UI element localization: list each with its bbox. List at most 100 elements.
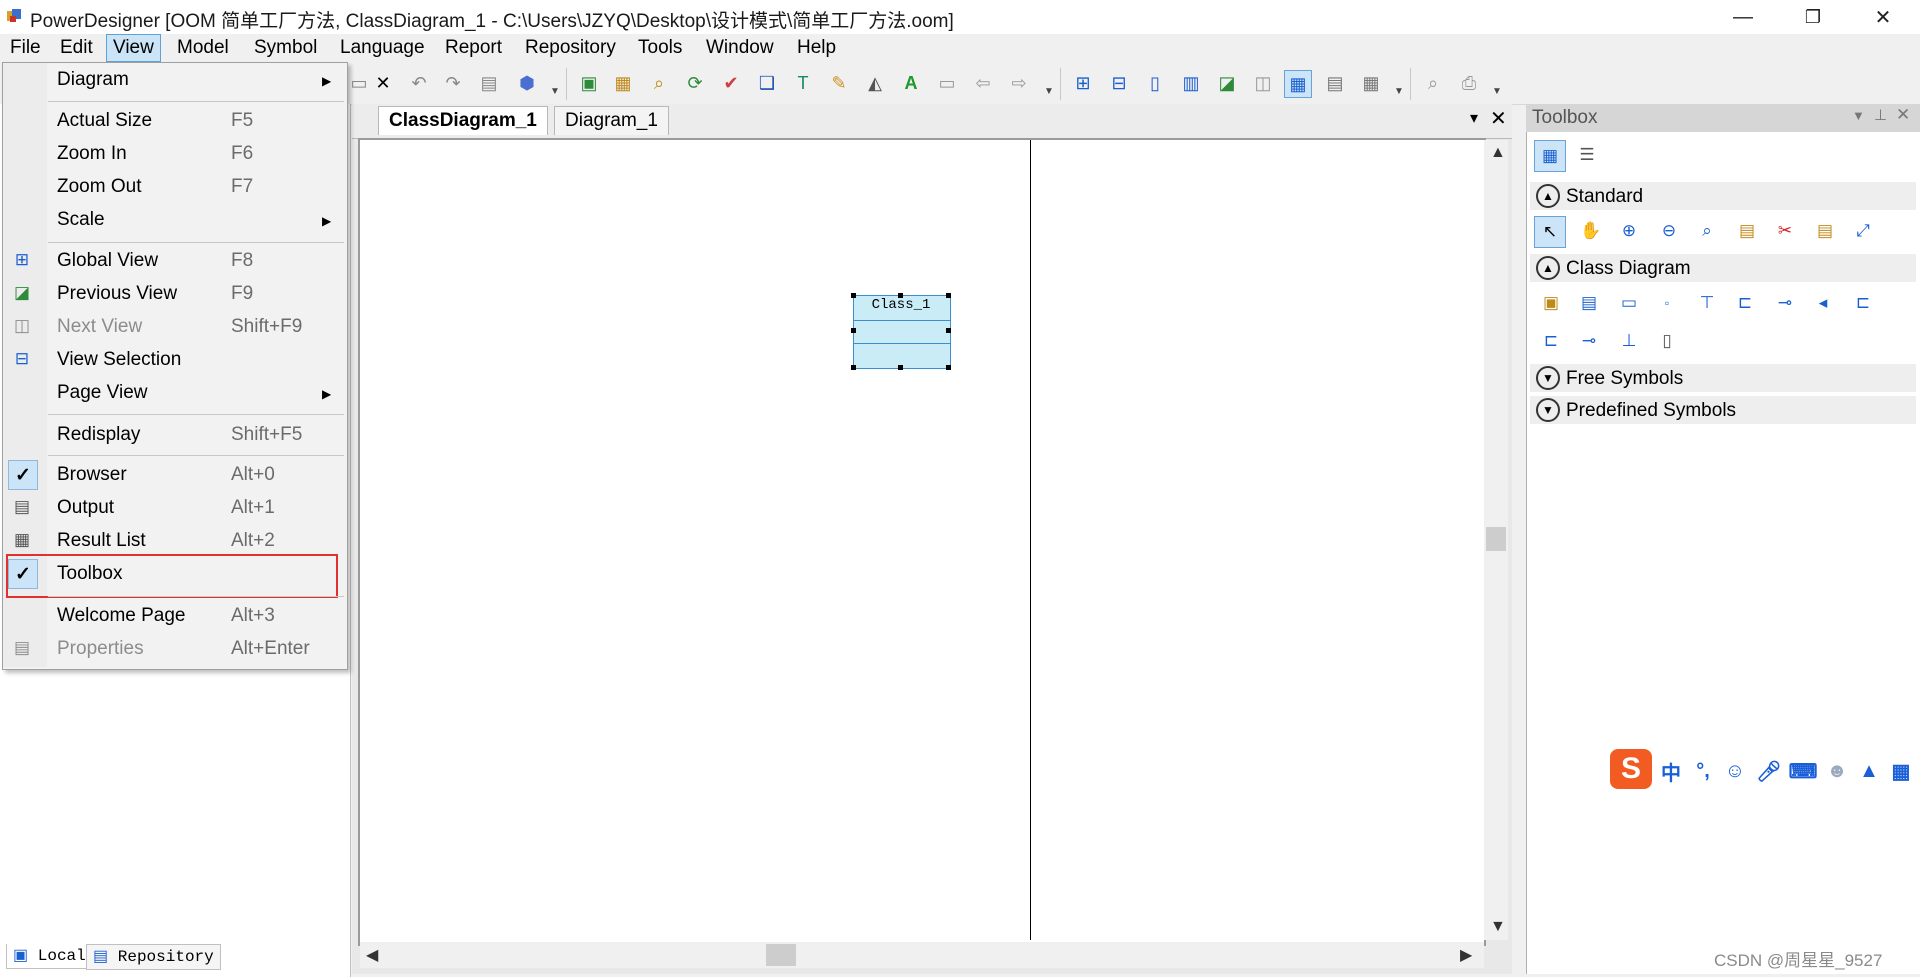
skin-icon[interactable]: ▲ bbox=[1856, 758, 1882, 784]
find-object-icon[interactable]: ⌕ bbox=[646, 70, 672, 96]
tab-list-icon[interactable]: ▾ bbox=[1470, 108, 1478, 128]
menu-repository[interactable]: Repository bbox=[519, 34, 622, 62]
icon-view-icon[interactable]: ▦ bbox=[1534, 140, 1566, 172]
menu-item-page-view[interactable] bbox=[3, 376, 345, 409]
selection-handle[interactable] bbox=[898, 365, 903, 370]
refresh-icon[interactable]: ⟳ bbox=[682, 70, 708, 96]
output-icon[interactable]: ▤ bbox=[1322, 70, 1348, 96]
keyboard-icon[interactable]: ⌨ bbox=[1789, 758, 1818, 784]
scroll-down-icon[interactable]: ▼ bbox=[1490, 918, 1506, 936]
require-link-tool-icon[interactable]: ⊸ bbox=[1576, 328, 1602, 354]
menu-item-result-list[interactable] bbox=[3, 524, 345, 557]
instance-link-tool-icon[interactable]: ⊥ bbox=[1616, 328, 1642, 354]
two-page-icon[interactable]: ▥ bbox=[1178, 70, 1204, 96]
tab-classdiagram-1[interactable]: ClassDiagram_1 bbox=[378, 106, 548, 135]
realization-tool-icon[interactable]: ⊏ bbox=[1538, 328, 1564, 354]
print-icon[interactable]: ⎙ bbox=[1456, 70, 1482, 96]
diagram-canvas[interactable] bbox=[358, 138, 1486, 946]
menu-item-scale[interactable] bbox=[3, 203, 345, 236]
menu-item-global-view[interactable] bbox=[3, 244, 345, 277]
zoom-view-icon[interactable]: ◪ bbox=[1214, 70, 1240, 96]
menu-item-output[interactable] bbox=[3, 491, 345, 524]
menu-window[interactable]: Window bbox=[700, 34, 780, 62]
user-icon[interactable]: ☻ bbox=[1824, 758, 1850, 784]
scroll-left-icon[interactable]: ◀ bbox=[366, 945, 378, 965]
generalization-tool-icon[interactable]: ⊤ bbox=[1694, 290, 1720, 316]
list-view-icon[interactable]: ☰ bbox=[1574, 142, 1600, 168]
menu-symbol[interactable]: Symbol bbox=[248, 34, 323, 62]
minimize-button[interactable]: — bbox=[1714, 0, 1772, 34]
menu-item-diagram[interactable] bbox=[3, 64, 345, 97]
align-icon[interactable]: ▭ bbox=[934, 70, 960, 96]
previous-view-icon[interactable]: ⊟ bbox=[1106, 70, 1132, 96]
zoom-in-tool-icon[interactable]: ⊕ bbox=[1616, 218, 1642, 244]
port-tool-icon[interactable]: ▫ bbox=[1654, 290, 1680, 316]
toolbox-toggle-icon[interactable]: ▦ bbox=[1284, 70, 1312, 98]
close-tab-icon[interactable]: ✕ bbox=[1490, 106, 1507, 131]
ime-chinese-mode[interactable]: 中 bbox=[1658, 758, 1684, 785]
microphone-icon[interactable]: 🎤︎ bbox=[1756, 758, 1782, 784]
emoji-icon[interactable]: ☺ bbox=[1722, 758, 1748, 784]
selection-handle[interactable] bbox=[898, 293, 903, 298]
vertical-scroll-thumb[interactable] bbox=[1486, 527, 1506, 551]
symbol-icon[interactable]: ❑ bbox=[754, 70, 780, 96]
toolbar-overflow-icon[interactable]: ▼ bbox=[550, 86, 560, 97]
ime-punctuation[interactable]: °, bbox=[1690, 758, 1716, 784]
menu-tools[interactable]: Tools bbox=[632, 34, 688, 62]
scroll-up-icon[interactable]: ▲ bbox=[1490, 144, 1506, 162]
menu-edit[interactable]: Edit bbox=[54, 34, 99, 62]
fill-icon[interactable]: ◭ bbox=[862, 70, 888, 96]
sogou-ime-icon[interactable]: S bbox=[1610, 749, 1652, 789]
association-tool-icon[interactable]: ⊏ bbox=[1732, 290, 1758, 316]
tab-local[interactable]: ▣ Local bbox=[6, 944, 93, 969]
file-tool-icon[interactable]: ▯ bbox=[1654, 328, 1680, 354]
expand-icon[interactable]: ▼ bbox=[1536, 366, 1560, 390]
toolbar-overflow-icon[interactable]: ▼ bbox=[1394, 86, 1404, 97]
package-tool-icon[interactable]: ▣ bbox=[1538, 290, 1564, 316]
selection-handle[interactable] bbox=[851, 365, 856, 370]
toolbar-overflow-icon[interactable]: ▼ bbox=[1044, 86, 1054, 97]
menu-language[interactable]: Language bbox=[334, 34, 431, 62]
class-tool-icon[interactable]: ▤ bbox=[1576, 290, 1602, 316]
pin-icon[interactable]: ⊥ bbox=[1874, 106, 1887, 124]
model-icon[interactable]: ⬢ bbox=[514, 70, 540, 96]
menu-item-zoom-out[interactable] bbox=[3, 170, 345, 203]
global-view-icon[interactable]: ⊞ bbox=[1070, 70, 1096, 96]
delete-tool-icon[interactable]: ✂ bbox=[1772, 218, 1798, 244]
close-button[interactable]: ✕ bbox=[1854, 0, 1912, 34]
menu-item-zoom-in[interactable] bbox=[3, 137, 345, 170]
menu-item-actual-size[interactable] bbox=[3, 104, 345, 137]
check-model-icon[interactable]: ✔ bbox=[718, 70, 744, 96]
menu-view[interactable]: View bbox=[106, 34, 161, 62]
menu-item-browser[interactable] bbox=[3, 458, 345, 491]
forward-arrow-icon[interactable]: ⇨ bbox=[1006, 70, 1032, 96]
tab-repository[interactable]: ▤ Repository bbox=[86, 944, 221, 970]
selection-handle[interactable] bbox=[851, 328, 856, 333]
restore-button[interactable]: ❐ bbox=[1784, 0, 1842, 34]
menu-help[interactable]: Help bbox=[791, 34, 842, 62]
pencil-icon[interactable]: ✎ bbox=[826, 70, 852, 96]
selection-handle[interactable] bbox=[946, 328, 951, 333]
selection-handle[interactable] bbox=[946, 365, 951, 370]
inner-link-tool-icon[interactable]: ⊏ bbox=[1850, 290, 1876, 316]
redo-icon[interactable]: ↷ bbox=[440, 70, 466, 96]
properties-tool-icon[interactable]: ▤ bbox=[1734, 218, 1760, 244]
toolbar-overflow-icon[interactable]: ▼ bbox=[1492, 86, 1502, 97]
menu-file[interactable]: File bbox=[4, 34, 47, 62]
menu-model[interactable]: Model bbox=[171, 34, 235, 62]
dependency-tool-icon[interactable]: ⊸ bbox=[1772, 290, 1798, 316]
toolbox-close-icon[interactable]: ✕ bbox=[1896, 105, 1910, 125]
font-icon[interactable]: A bbox=[898, 70, 924, 96]
open-diagram-tool-icon[interactable]: ⌕ bbox=[1694, 218, 1720, 244]
next-view-icon[interactable]: ◫ bbox=[1250, 70, 1276, 96]
delete-icon[interactable]: ✕ bbox=[370, 70, 396, 96]
undo-icon[interactable]: ↶ bbox=[406, 70, 432, 96]
toolbox-grid-icon[interactable]: ▦ bbox=[1888, 758, 1914, 784]
horizontal-scroll-thumb[interactable] bbox=[766, 944, 796, 966]
expand-icon[interactable]: ▼ bbox=[1536, 398, 1560, 422]
package-icon[interactable]: ▦ bbox=[610, 70, 636, 96]
interface-tool-icon[interactable]: ▭ bbox=[1616, 290, 1642, 316]
properties-icon[interactable]: ▤ bbox=[476, 70, 502, 96]
tab-diagram-1[interactable]: Diagram_1 bbox=[554, 106, 669, 135]
horizontal-scrollbar[interactable] bbox=[360, 942, 1484, 968]
